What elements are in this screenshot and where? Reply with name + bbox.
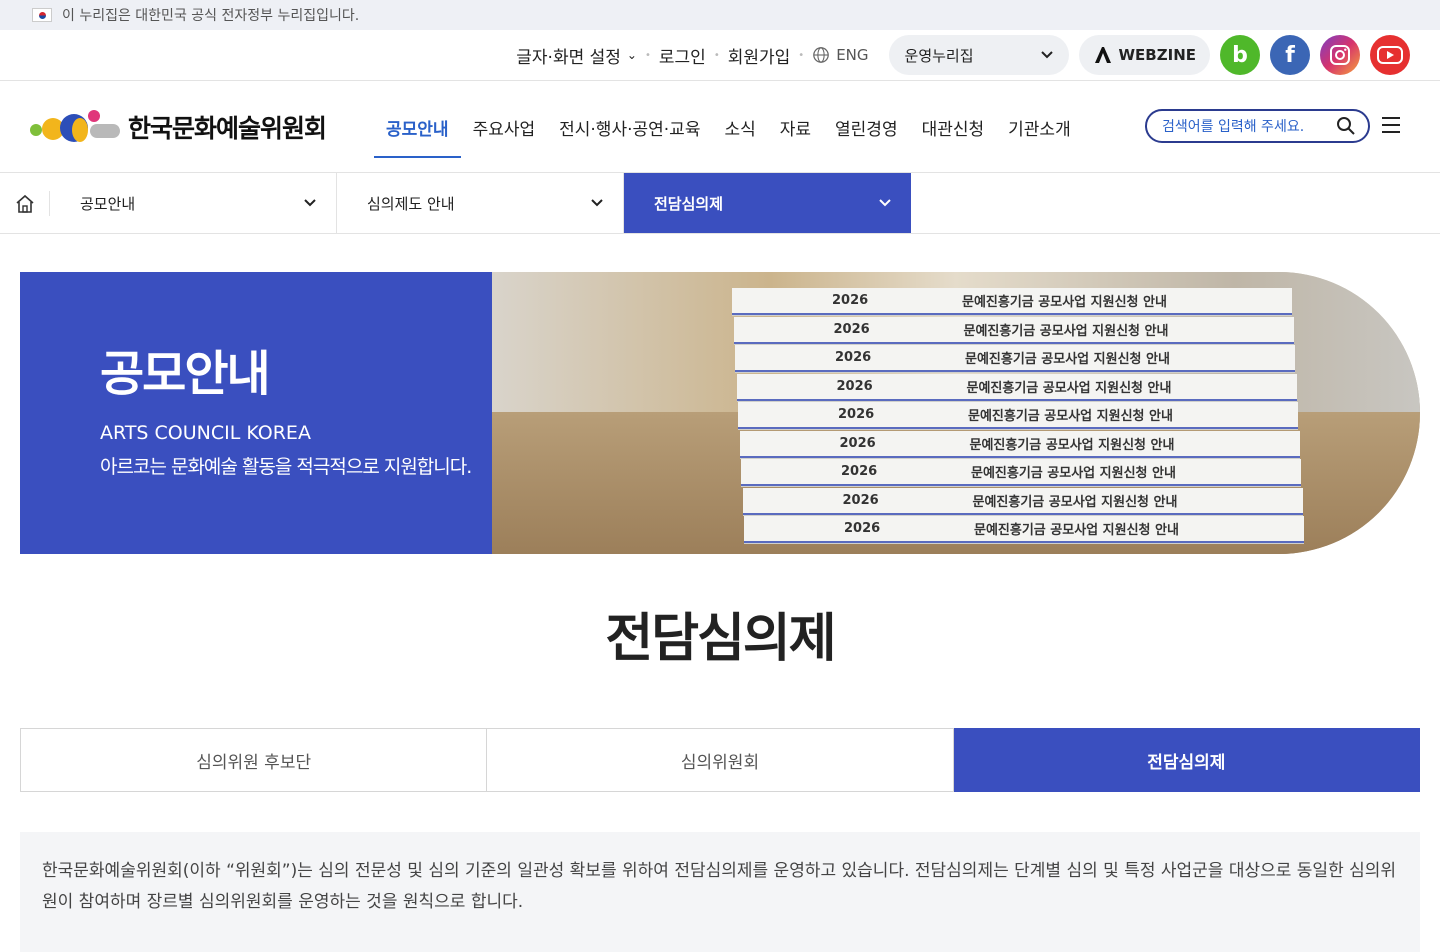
blog-glyph: b (1232, 42, 1248, 68)
facebook-icon[interactable]: f (1270, 35, 1310, 75)
separator: • (713, 49, 720, 61)
nav-item-projects[interactable]: 주요사업 (461, 81, 548, 173)
book: 2026 문예진흥기금 공모사업 지원신청 안내 (738, 402, 1298, 429)
hero-image: 2026 문예진흥기금 공모사업 지원신청 안내 2026 문예진흥기금 공모사업 지… (492, 272, 1420, 554)
home-glyph (15, 194, 34, 213)
site-header: 한국문화예술위원회 공모안내 주요사업 전시·행사·공연·교육 소식 자료 열린… (0, 81, 1440, 173)
book-year: 2026 (841, 464, 878, 479)
menu-icon[interactable] (1382, 117, 1400, 133)
search-icon[interactable] (1336, 116, 1356, 136)
home-icon[interactable] (0, 191, 50, 216)
nav-item-about[interactable]: 기관소개 (996, 81, 1083, 173)
arko-logo-icon (1094, 47, 1111, 63)
gov-banner: 이 누리집은 대한민국 공식 전자정부 누리집입니다. (0, 0, 1440, 30)
logo-text: 한국문화예술위원회 (128, 114, 327, 143)
breadcrumb-level2-label: 심의제도 안내 (367, 194, 455, 213)
book-title: 문예진흥기금 공모사업 지원신청 안내 (966, 380, 1172, 396)
hero-subtitle-ko: 아르코는 문화예술 활동을 적극적으로 지원합니다. (100, 456, 472, 478)
info-box: 한국문화예술위원회(이하 “위원회”)는 심의 전문성 및 심의 기준의 일관성… (20, 832, 1420, 952)
breadcrumb-level1[interactable]: 공모안내 (50, 173, 337, 233)
book: 2026 문예진흥기금 공모사업 지원신청 안내 (733, 316, 1294, 344)
login-link[interactable]: 로그인 (659, 43, 706, 68)
hero-banner: 공모안내 ARTS COUNCIL KOREA 아르코는 문화예술 활동을 적극… (20, 272, 1420, 554)
signup-link[interactable]: 회원가입 (728, 43, 791, 68)
gov-banner-text: 이 누리집은 대한민국 공식 전자정부 누리집입니다. (62, 8, 360, 24)
book-title: 문예진흥기금 공모사업 지원신청 안내 (965, 352, 1170, 367)
book-title: 문예진흥기금 공모사업 지원신청 안내 (974, 523, 1179, 538)
site-select-value: 운영누리집 (904, 46, 974, 65)
site-logo[interactable]: 한국문화예술위원회 (30, 109, 327, 145)
chevron-down-icon: ⌄ (626, 48, 637, 62)
book: 2026 문예진흥기금 공모사업 지원신청 안내 (736, 373, 1297, 401)
webzine-button[interactable]: WEBZINE (1078, 35, 1210, 75)
info-text: 한국문화예술위원회(이하 “위원회”)는 심의 전문성 및 심의 기준의 일관성… (42, 861, 1397, 912)
book-year: 2026 (839, 435, 876, 451)
book: 2026 문예진흥기금 공모사업 지원신청 안내 (741, 459, 1301, 486)
breadcrumb-level3[interactable]: 전담심의제 (624, 173, 911, 233)
utility-bar: 글자·화면 설정 ⌄ • 로그인 • 회원가입 • ENG 운영누리집 WEBZ… (0, 30, 1440, 81)
font-setting-label: 글자·화면 설정 (516, 47, 621, 68)
font-setting-button[interactable]: 글자·화면 설정 ⌄ (516, 43, 637, 68)
tab-candidate-pool[interactable]: 심의위원 후보단 (20, 728, 488, 792)
book-year: 2026 (842, 492, 879, 508)
book-title: 문예진흥기금 공모사업 지원신청 안내 (969, 437, 1175, 453)
hero-subtitle-en: ARTS COUNCIL KOREA (100, 422, 311, 444)
book-title: 문예진흥기금 공모사업 지원신청 안내 (963, 323, 1169, 339)
book-year: 2026 (832, 293, 869, 308)
facebook-glyph: f (1285, 42, 1295, 68)
site-select[interactable]: 운영누리집 (888, 35, 1069, 75)
book-title: 문예진흥기금 공모사업 지원신청 안내 (962, 295, 1167, 310)
page-title: 전담심의제 (605, 609, 836, 669)
nav-item-open-management[interactable]: 열린경영 (823, 81, 910, 173)
separator: • (644, 49, 651, 61)
tab-dedicated-review[interactable]: 전담심의제 (953, 728, 1420, 792)
content-tabs: 심의위원 후보단 심의위원회 전담심의제 (20, 728, 1420, 792)
instagram-glyph (1330, 45, 1350, 65)
book-year: 2026 (836, 378, 873, 394)
nav-item-news[interactable]: 소식 (712, 81, 767, 173)
search-placeholder: 검색어를 입력해 주세요. (1162, 119, 1305, 135)
book: 2026 문예진흥기금 공모사업 지원신청 안내 (744, 516, 1304, 543)
language-link[interactable]: ENG (812, 46, 869, 64)
chevron-down-icon (304, 199, 316, 207)
youtube-icon[interactable] (1370, 35, 1410, 75)
book-title: 문예진흥기금 공모사업 지원신청 안내 (971, 466, 1176, 481)
logo-mark (30, 110, 120, 144)
tab-review-committee[interactable]: 심의위원회 (487, 728, 954, 792)
search-input[interactable]: 검색어를 입력해 주세요. (1145, 109, 1370, 143)
book: 2026 문예진흥기금 공모사업 지원신청 안내 (735, 345, 1295, 372)
blog-icon[interactable]: b (1220, 35, 1260, 75)
breadcrumb-level1-label: 공모안내 (80, 194, 136, 213)
breadcrumb-level2[interactable]: 심의제도 안내 (337, 173, 624, 233)
book-year: 2026 (844, 521, 881, 536)
nav-item-rental[interactable]: 대관신청 (910, 81, 997, 173)
breadcrumb: 공모안내 심의제도 안내 전담심의제 (0, 173, 1440, 234)
nav-item-events[interactable]: 전시·행사·공연·교육 (547, 81, 712, 173)
hero-title: 공모안내 (100, 346, 271, 402)
book-title: 문예진흥기금 공모사업 지원신청 안내 (968, 409, 1173, 424)
language-label: ENG (836, 46, 869, 64)
book-year: 2026 (835, 350, 872, 365)
youtube-glyph (1377, 46, 1403, 64)
nav-item-contest[interactable]: 공모안내 (374, 81, 461, 173)
separator: • (798, 49, 805, 61)
book-year: 2026 (833, 321, 870, 337)
book-title: 문예진흥기금 공모사업 지원신청 안내 (972, 494, 1178, 510)
korea-flag-icon (32, 8, 52, 22)
book-year: 2026 (838, 407, 875, 422)
book: 2026 문예진흥기금 공모사업 지원신청 안내 (732, 288, 1292, 315)
chevron-down-icon (591, 199, 603, 207)
chevron-down-icon (879, 199, 891, 207)
breadcrumb-level3-label: 전담심의제 (654, 194, 724, 213)
globe-icon (813, 47, 830, 63)
webzine-label: WEBZINE (1118, 46, 1196, 64)
chevron-down-icon (1040, 51, 1053, 59)
instagram-icon[interactable] (1320, 35, 1360, 75)
nav-item-data[interactable]: 자료 (768, 81, 823, 173)
main-nav: 공모안내 주요사업 전시·행사·공연·교육 소식 자료 열린경영 대관신청 기관… (374, 81, 1083, 173)
hero-text-panel: 공모안내 ARTS COUNCIL KOREA 아르코는 문화예술 활동을 적극… (20, 272, 492, 554)
book: 2026 문예진흥기금 공모사업 지원신청 안내 (742, 487, 1303, 515)
book: 2026 문예진흥기금 공모사업 지원신청 안내 (739, 430, 1300, 458)
